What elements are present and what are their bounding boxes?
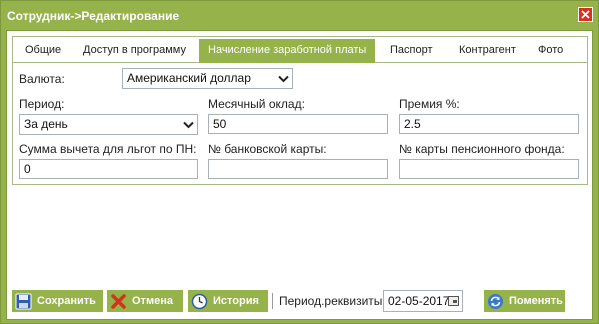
- period-select[interactable]: За день: [19, 114, 198, 135]
- bonus-input[interactable]: 2.5: [399, 114, 579, 134]
- close-icon: [581, 10, 590, 19]
- chevron-down-icon[interactable]: [274, 69, 292, 88]
- refresh-icon: [487, 293, 504, 310]
- close-button[interactable]: [578, 7, 593, 22]
- change-label: Поменять: [509, 295, 563, 307]
- tax-deduction-label: Сумма вычета для льгот по ПН:: [19, 142, 197, 156]
- save-button[interactable]: Сохранить: [12, 290, 103, 312]
- window-title: Сотрудник->Редактирование: [7, 9, 180, 23]
- clock-icon: [191, 293, 208, 310]
- period-value: За день: [24, 117, 68, 131]
- currency-value: Американский доллар: [127, 71, 251, 85]
- tab-photo[interactable]: Фото: [529, 39, 573, 62]
- tabs-panel: Общие Доступ в программу Начисление зара…: [12, 36, 588, 185]
- bonus-label: Премия %:: [399, 97, 460, 111]
- history-label: История: [213, 295, 259, 307]
- currency-label: Валюта:: [19, 72, 65, 86]
- bank-card-input[interactable]: [208, 159, 388, 179]
- bank-card-label: № банковской карты:: [208, 142, 327, 156]
- change-button[interactable]: Поменять: [484, 290, 565, 312]
- cancel-button[interactable]: Отмена: [107, 290, 183, 312]
- salary-label: Месячный оклад:: [208, 97, 305, 111]
- chevron-down-icon[interactable]: [179, 115, 197, 134]
- requisites-date-value: 02-05-2017: [388, 294, 450, 308]
- save-disk-icon: [15, 293, 32, 310]
- pension-card-label: № карты пенсионного фонда:: [399, 142, 565, 156]
- requisites-date-input[interactable]: 02-05-2017: [383, 290, 463, 312]
- footer-toolbar: Сохранить Отмена История Период.реквизит…: [7, 290, 592, 314]
- history-button[interactable]: История: [188, 290, 268, 312]
- currency-select[interactable]: Американский доллар: [122, 68, 293, 89]
- tax-deduction-input[interactable]: 0: [19, 159, 198, 179]
- edit-employee-window: Сотрудник->Редактирование Общие Доступ в…: [0, 0, 599, 324]
- toolbar-divider: [272, 293, 273, 309]
- period-requisites-label: Период.реквизиты:: [279, 294, 386, 308]
- window-content: Общие Доступ в программу Начисление зара…: [6, 30, 593, 320]
- save-label: Сохранить: [37, 295, 96, 307]
- tab-bar: Общие Доступ в программу Начисление зара…: [13, 37, 587, 63]
- salary-input[interactable]: 50: [208, 114, 388, 134]
- tab-passport[interactable]: Паспорт: [381, 39, 442, 62]
- tab-counterparty[interactable]: Контрагент: [450, 39, 525, 62]
- pension-card-input[interactable]: [399, 159, 579, 179]
- period-label: Период:: [19, 97, 65, 111]
- tab-program-access[interactable]: Доступ в программу: [74, 39, 195, 62]
- calendar-icon[interactable]: [448, 296, 459, 306]
- cancel-label: Отмена: [132, 295, 173, 307]
- tab-general[interactable]: Общие: [16, 39, 71, 62]
- cancel-x-icon: [110, 293, 127, 310]
- tab-salary[interactable]: Начисление заработной платы: [199, 39, 376, 63]
- title-bar[interactable]: Сотрудник->Редактирование: [1, 1, 598, 30]
